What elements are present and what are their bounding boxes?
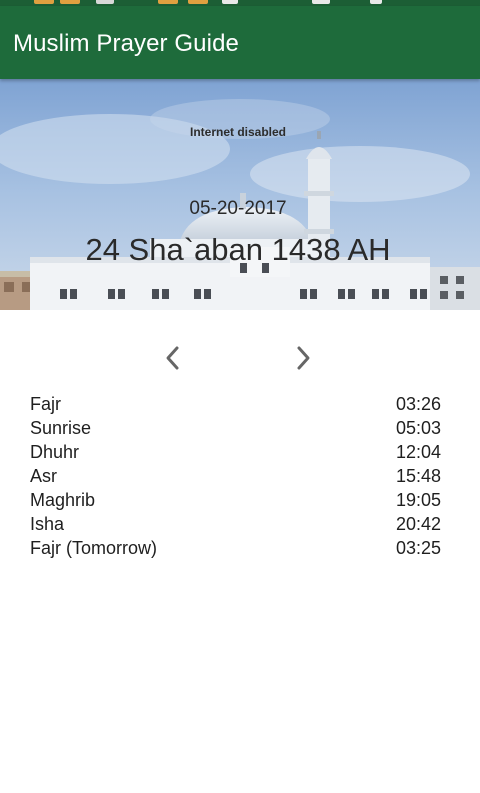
- battery-icon: [370, 0, 382, 4]
- hijri-date: 24 Sha`aban 1438 AH: [85, 232, 391, 267]
- previous-day-button[interactable]: [158, 343, 188, 373]
- prayer-name: Asr: [30, 466, 57, 486]
- app-title: Muslim Prayer Guide: [13, 30, 239, 57]
- prayer-times-list: Fajr 03:26 Sunrise 05:03 Dhuhr 12:04 Asr…: [30, 392, 441, 560]
- prayer-time: 15:48: [395, 466, 441, 486]
- prayer-time: 05:03: [395, 418, 441, 438]
- notification-icon: [158, 0, 178, 4]
- prayer-row-sunrise: Sunrise 05:03: [30, 416, 441, 440]
- prayer-row-fajr-tomorrow: Fajr (Tomorrow) 03:25: [30, 536, 441, 560]
- mosque-header-banner: Internet disabled 05-20-2017 24 Sha`aban…: [0, 79, 480, 310]
- notification-icon: [96, 0, 114, 4]
- prayer-time: 19:05: [395, 490, 441, 510]
- prayer-row-dhuhr: Dhuhr 12:04: [30, 440, 441, 464]
- chevron-left-icon: [166, 346, 179, 370]
- gregorian-date: 05-20-2017: [189, 198, 287, 219]
- notification-icon: [60, 0, 80, 4]
- internet-status-text: Internet disabled: [189, 125, 287, 139]
- signal-icon: [312, 0, 330, 4]
- prayer-row-asr: Asr 15:48: [30, 464, 441, 488]
- mosque-image: [0, 79, 480, 310]
- prayer-time: 03:25: [395, 538, 441, 558]
- prayer-time: 20:42: [395, 514, 441, 534]
- notification-icon: [222, 0, 238, 4]
- prayer-row-isha: Isha 20:42: [30, 512, 441, 536]
- prayer-name: Sunrise: [30, 418, 92, 438]
- prayer-row-fajr: Fajr 03:26: [30, 392, 441, 416]
- app-bar: Muslim Prayer Guide: [0, 6, 480, 79]
- prayer-name: Isha: [30, 514, 65, 534]
- prayer-name: Fajr: [30, 394, 61, 414]
- prayer-time: 12:04: [395, 442, 441, 462]
- chevron-right-icon: [297, 346, 310, 370]
- prayer-name: Maghrib: [30, 490, 96, 510]
- prayer-name: Dhuhr: [30, 442, 80, 462]
- notification-icon: [188, 0, 208, 4]
- prayer-time: 03:26: [395, 394, 441, 414]
- notification-icon: [34, 0, 54, 4]
- prayer-row-maghrib: Maghrib 19:05: [30, 488, 441, 512]
- prayer-name: Fajr (Tomorrow): [30, 538, 158, 558]
- next-day-button[interactable]: [288, 343, 318, 373]
